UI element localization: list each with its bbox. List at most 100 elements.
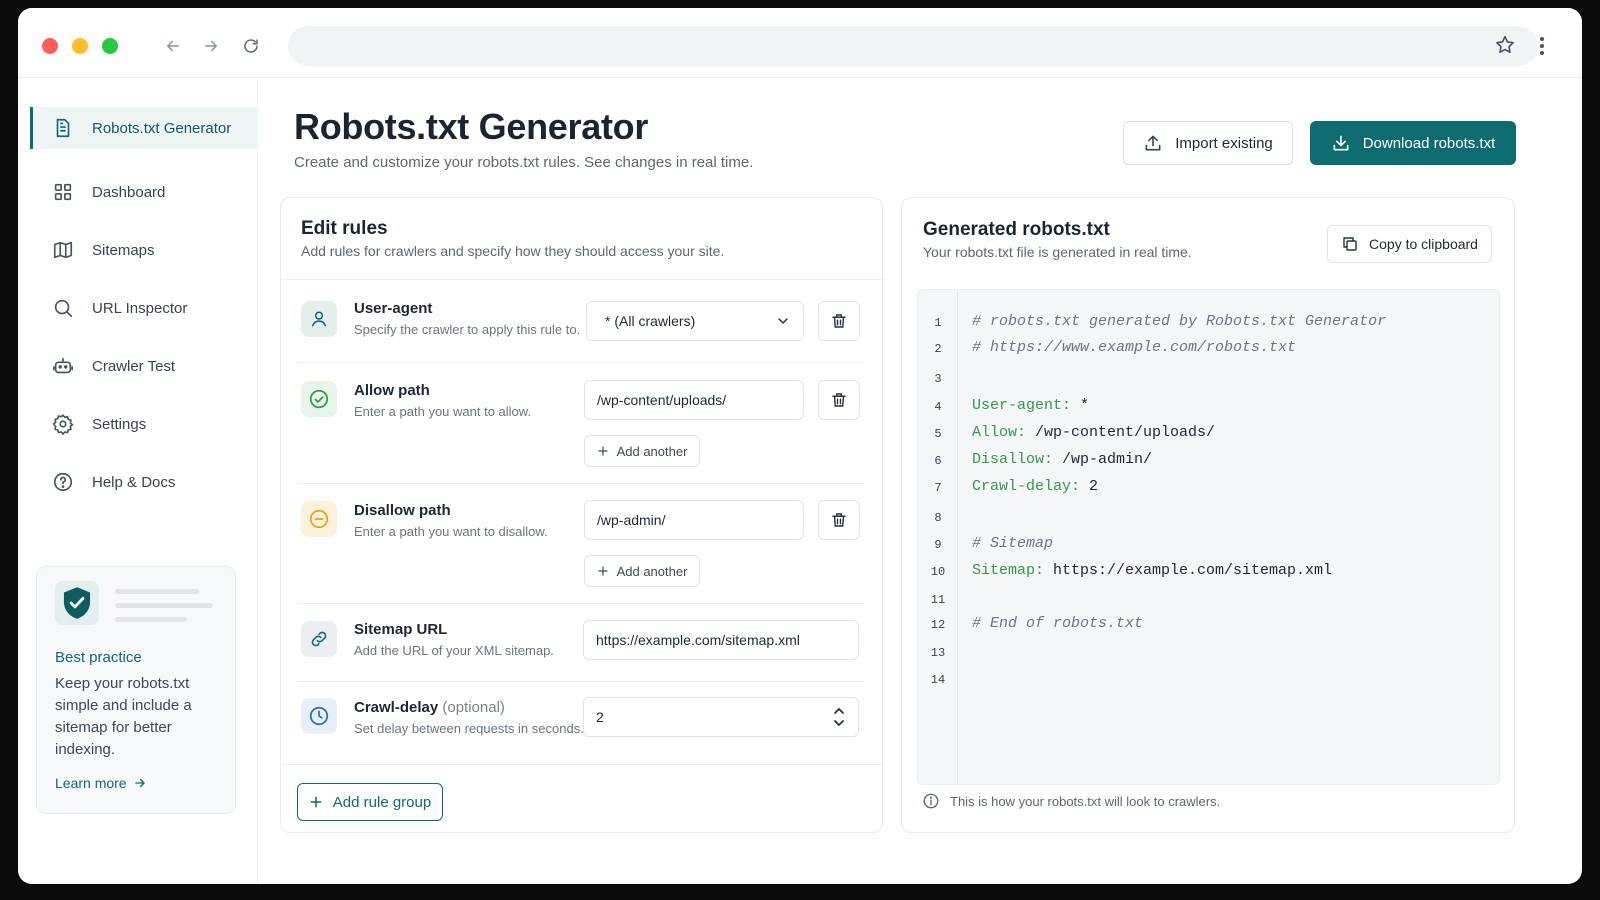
code-directive: Allow: — [972, 424, 1027, 441]
generated-title: Generated robots.txt — [923, 219, 1110, 240]
forward-arrow-icon[interactable] — [196, 31, 226, 61]
line-number: 9 — [934, 538, 942, 552]
delete-disallow-path-button[interactable] — [818, 500, 860, 540]
bookmark-star-icon[interactable] — [1494, 34, 1516, 61]
line-number: 4 — [934, 400, 942, 414]
sidebar-item-label: Robots.txt Generator — [92, 119, 232, 137]
user-agent-select[interactable]: * (All crawlers) — [586, 301, 804, 341]
disallow-path-title: Disallow path — [354, 502, 451, 519]
info-icon — [923, 793, 939, 809]
allow-path-title: Allow path — [354, 382, 430, 399]
maximize-window-button[interactable] — [102, 38, 118, 54]
code-comment: # https://www.example.com/robots.txt — [972, 339, 1297, 356]
browser-toolbar — [18, 8, 1582, 78]
check-circle-icon — [301, 381, 337, 417]
shield-icon — [55, 581, 99, 625]
back-arrow-icon[interactable] — [158, 31, 188, 61]
add-another-disallow-button[interactable]: Add another — [584, 555, 700, 587]
crawl-delay-stepper[interactable]: 2 — [583, 697, 859, 737]
allow-path-desc: Enter a path you want to allow. — [354, 404, 532, 419]
edit-rules-title: Edit rules — [301, 218, 388, 239]
code-line: # Sitemap — [972, 535, 1053, 552]
user-agent-value: * (All crawlers) — [605, 313, 696, 329]
code-line: Disallow: /wp-admin/ — [972, 451, 1152, 468]
trash-icon — [832, 513, 846, 527]
sidebar-item-help-docs[interactable]: Help & Docs — [30, 461, 258, 503]
code-directive: User-agent: — [972, 397, 1072, 414]
placeholder-line — [115, 589, 199, 594]
close-window-button[interactable] — [42, 38, 58, 54]
user-agent-title: User-agent — [354, 300, 433, 317]
map-icon — [53, 241, 73, 259]
code-value: /wp-content/uploads/ — [1026, 424, 1216, 441]
copy-label: Copy to clipboard — [1369, 236, 1478, 252]
code-line: User-agent: * — [972, 397, 1089, 414]
crawl-delay-value: 2 — [596, 709, 604, 725]
more-menu-icon[interactable] — [1530, 31, 1554, 61]
sidebar-item-label: Settings — [92, 415, 147, 433]
sidebar-item-settings[interactable]: Settings — [30, 403, 258, 445]
code-directive: Crawl-delay: — [972, 478, 1081, 495]
address-bar[interactable] — [288, 26, 1538, 66]
line-number: 13 — [930, 646, 946, 660]
tip-text: Keep your robots.txt simple and include … — [55, 675, 192, 758]
sitemap-url-input[interactable]: https://example.com/sitemap.xml — [583, 620, 859, 660]
stepper-arrows-icon[interactable] — [832, 704, 846, 730]
sidebar-item-label: Crawler Test — [92, 357, 176, 375]
disallow-path-input[interactable]: /wp-admin/ — [584, 500, 804, 540]
copy-to-clipboard-button[interactable]: Copy to clipboard — [1327, 225, 1492, 263]
code-comment: # Sitemap — [972, 535, 1054, 552]
delete-user-agent-button[interactable] — [818, 301, 860, 341]
import-existing-button[interactable]: Import existing — [1123, 121, 1293, 165]
line-number: 11 — [930, 593, 946, 607]
code-value: /wp-admin/ — [1053, 451, 1153, 468]
sitemap-url-desc: Add the URL of your XML sitemap. — [354, 643, 554, 658]
disallow-path-desc: Enter a path you want to disallow. — [354, 524, 548, 539]
crawl-delay-title: Crawl-delay (optional) — [354, 699, 505, 716]
sidebar-item-crawler-test[interactable]: Crawler Test — [30, 345, 258, 387]
download-robots-button[interactable]: Download robots.txt — [1310, 121, 1516, 165]
line-number: 12 — [930, 618, 946, 632]
placeholder-line — [115, 617, 187, 622]
code-value: * — [1071, 397, 1090, 414]
sidebar-item-sitemaps[interactable]: Sitemaps — [30, 229, 258, 271]
line-number: 8 — [934, 511, 942, 525]
code-value: https://example.com/sitemap.xml — [1044, 562, 1333, 579]
add-another-allow-button[interactable]: Add another — [584, 435, 700, 467]
reload-icon[interactable] — [236, 31, 266, 61]
arrow-right-icon — [134, 778, 145, 788]
delete-allow-path-button[interactable] — [818, 380, 860, 420]
link-icon — [301, 621, 337, 657]
tip-title: Best practice — [55, 649, 142, 666]
preview-note: This is how your robots.txt will look to… — [922, 792, 1220, 810]
gear-icon — [52, 414, 74, 435]
sidebar-item-url-inspector[interactable]: URL Inspector — [30, 287, 258, 329]
line-number: 5 — [934, 427, 942, 441]
upload-icon — [1145, 135, 1161, 151]
line-number: 10 — [930, 565, 946, 579]
learn-more-link[interactable]: Learn more — [55, 775, 147, 791]
add-rule-group-button[interactable]: Add rule group — [297, 783, 443, 821]
download-robots-label: Download robots.txt — [1362, 134, 1496, 152]
user-icon — [301, 301, 337, 337]
clock-icon — [301, 698, 337, 734]
browser-window: Robots.txt Generator Dashboard Sitemaps … — [18, 8, 1582, 884]
sidebar-item-dashboard[interactable]: Dashboard — [30, 171, 258, 213]
plus-icon — [597, 446, 608, 456]
copy-icon — [1343, 237, 1357, 251]
add-another-label: Add another — [616, 443, 688, 459]
allow-path-input[interactable]: /wp-content/uploads/ — [584, 380, 804, 420]
code-line: # robots.txt generated by Robots.txt Gen… — [972, 313, 1386, 330]
best-practice-card: Best practice Keep your robots.txt simpl… — [36, 566, 236, 814]
preview-note-text: This is how your robots.txt will look to… — [950, 793, 1221, 809]
minus-circle-icon — [301, 501, 337, 537]
minimize-window-button[interactable] — [72, 38, 88, 54]
user-agent-desc: Specify the crawler to apply this rule t… — [354, 322, 581, 337]
sidebar: Robots.txt Generator Dashboard Sitemaps … — [18, 79, 258, 884]
sidebar-item-robots-generator[interactable]: Robots.txt Generator — [30, 107, 258, 149]
page-title: Robots.txt Generator — [294, 106, 649, 147]
code-line: Sitemap: https://example.com/sitemap.xml — [972, 562, 1332, 579]
code-comment: # robots.txt generated by Robots.txt Gen… — [972, 313, 1387, 330]
sidebar-item-label: Sitemaps — [92, 241, 155, 259]
learn-more-label: Learn more — [55, 775, 127, 791]
